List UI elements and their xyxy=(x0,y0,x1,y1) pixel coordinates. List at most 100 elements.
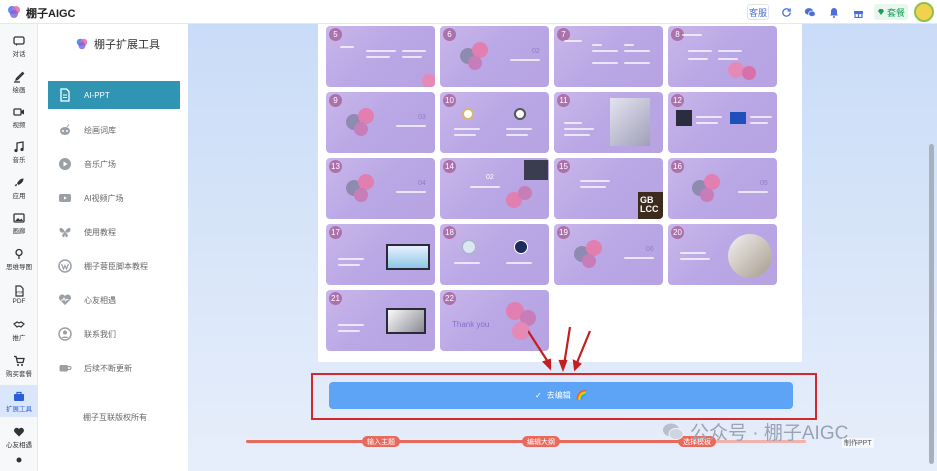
slide-number: 21 xyxy=(329,292,342,305)
rail-item-tools[interactable]: 扩展工具 xyxy=(0,385,38,417)
slide-thumbnail[interactable]: 6 02 xyxy=(440,26,549,87)
slide-number: 15 xyxy=(557,160,570,173)
user-avatar[interactable] xyxy=(914,2,934,22)
slides-panel: 5 6 02 7 8 9 03 10 11 12 13 04 14 02 15 … xyxy=(318,24,802,362)
slide-thumbnail[interactable]: 20 xyxy=(668,224,777,285)
slide-thumbnail[interactable]: 15 GB LCC xyxy=(554,158,663,219)
rail-item-meet[interactable]: 心友相遇 xyxy=(0,421,38,453)
slide-thumbnail[interactable]: 7 xyxy=(554,26,663,87)
left-rail: 对话 绘画 视频 音乐 应用 画廊 思维导图 PDF PDF 推广 购买套餐 扩… xyxy=(0,24,38,471)
user-icon xyxy=(16,457,22,463)
slide-number: 19 xyxy=(557,226,570,239)
slide-thumbnail[interactable]: 18 xyxy=(440,224,549,285)
slide-thumbnail[interactable]: 5 xyxy=(326,26,435,87)
scrollbar[interactable] xyxy=(929,144,934,464)
rail-item-draw[interactable]: 绘画 xyxy=(0,66,38,98)
slide-number: 22 xyxy=(443,292,456,305)
package-button[interactable]: 套餐 xyxy=(874,4,908,20)
slide-section-number: 02 xyxy=(532,48,540,55)
robot-icon xyxy=(60,124,70,135)
coffee-icon xyxy=(59,365,72,372)
slide-number: 14 xyxy=(443,160,456,173)
wechat-icon xyxy=(663,423,684,440)
bell-icon[interactable] xyxy=(826,4,842,20)
slide-thanks-text: Thank you xyxy=(452,320,490,329)
slide-thumbnail[interactable]: 17 xyxy=(326,224,435,285)
rail-label: 视频 xyxy=(12,121,26,129)
slide-number: 11 xyxy=(557,94,570,107)
progress-fill xyxy=(246,440,711,443)
menu-item-contact[interactable]: 联系我们 xyxy=(48,320,180,348)
rail-label: 推广 xyxy=(12,334,26,342)
service-button[interactable]: 客服 xyxy=(747,4,769,20)
rail-item-pdf[interactable]: PDF PDF xyxy=(0,279,38,311)
svg-text:PDF: PDF xyxy=(17,291,23,295)
menu-item-label: 音乐广场 xyxy=(84,159,116,169)
music-icon xyxy=(14,140,24,152)
heart-icon xyxy=(14,427,24,436)
gift-icon[interactable] xyxy=(850,4,866,20)
butterfly-icon xyxy=(59,227,71,238)
slide-thumbnail[interactable]: 12 xyxy=(668,92,777,153)
go-edit-button[interactable]: ✓ 去编辑 🌈 xyxy=(329,382,793,409)
rail-item-video[interactable]: 视频 xyxy=(0,101,38,133)
rail-item-buy[interactable]: 购买套餐 xyxy=(0,350,38,382)
slide-number: 10 xyxy=(443,94,456,107)
slide-number: 9 xyxy=(329,94,342,107)
youtube-icon xyxy=(59,194,71,202)
rail-item-chat[interactable]: 对话 xyxy=(0,30,38,62)
slide-thumbnail[interactable]: 14 02 xyxy=(440,158,549,219)
menu-item-tutorial[interactable]: 使用教程 xyxy=(48,218,180,246)
slide-thumbnail[interactable]: 8 xyxy=(668,26,777,87)
slide-section-number: 03 xyxy=(418,114,426,121)
slide-section-number: 02 xyxy=(486,174,494,181)
user-icon xyxy=(58,327,72,341)
wechat-icon[interactable] xyxy=(802,4,818,20)
slide-thumbnail[interactable]: 19 06 xyxy=(554,224,663,285)
rail-label: 扩展工具 xyxy=(6,405,32,413)
step-pill[interactable]: 编辑大纲 xyxy=(522,436,560,447)
rail-label: 对话 xyxy=(12,50,26,58)
slide-number: 17 xyxy=(329,226,342,239)
rail-item-mindmap[interactable]: 思维导图 xyxy=(0,243,38,275)
main-area: 5 6 02 7 8 9 03 10 11 12 13 04 14 02 15 … xyxy=(188,24,937,471)
slide-thumbnail[interactable]: 9 03 xyxy=(326,92,435,153)
app-logo-icon xyxy=(76,38,88,50)
rail-item-promote[interactable]: 推广 xyxy=(0,314,38,346)
app-logo-icon xyxy=(8,6,20,18)
slide-thumbnail[interactable]: 21 xyxy=(326,290,435,351)
slide-number: 12 xyxy=(671,94,684,107)
rail-label: 绘画 xyxy=(12,86,26,94)
refresh-icon[interactable] xyxy=(778,4,794,20)
rail-label: 画廊 xyxy=(12,227,26,235)
video-icon xyxy=(13,107,24,116)
menu-item-prompt-library[interactable]: 绘画词库 xyxy=(48,116,180,144)
slide-number: 18 xyxy=(443,226,456,239)
export-ppt-label[interactable]: 制作PPT xyxy=(842,438,874,448)
slide-thumbnail[interactable]: 10 xyxy=(440,92,549,153)
slide-thumbnail[interactable]: 16 05 xyxy=(668,158,777,219)
menu-item-music-square[interactable]: 音乐广场 xyxy=(48,150,180,178)
menu-item-meet[interactable]: 心友相遇 xyxy=(48,286,180,314)
menu-item-label: AI-PPT xyxy=(84,90,110,100)
slide-logo-text: GB LCC xyxy=(640,195,659,214)
menu-item-label: 绘画词库 xyxy=(84,125,116,135)
mindmap-icon xyxy=(15,248,23,259)
toolbox-icon xyxy=(14,391,24,401)
rail-item-more[interactable] xyxy=(0,454,38,470)
slide-number: 5 xyxy=(329,28,342,41)
step-pill[interactable]: 输入主题 xyxy=(362,436,400,447)
rocket-icon xyxy=(14,178,24,186)
slide-number: 20 xyxy=(671,226,684,239)
slide-thumbnail[interactable]: 13 04 xyxy=(326,158,435,219)
package-label: 套餐 xyxy=(886,7,905,18)
slide-thumbnail[interactable]: 11 xyxy=(554,92,663,153)
menu-item-video-square[interactable]: AI视频广场 xyxy=(48,184,180,212)
handshake-icon xyxy=(13,320,25,328)
rail-item-music[interactable]: 音乐 xyxy=(0,136,38,168)
rail-item-apps[interactable]: 应用 xyxy=(0,172,38,204)
rail-item-gallery[interactable]: 画廊 xyxy=(0,207,38,239)
menu-item-ai-ppt[interactable]: AI-PPT xyxy=(48,81,180,109)
menu-item-updates[interactable]: 后续不断更新 xyxy=(48,354,180,382)
menu-item-script-tutorial[interactable]: 棚子蓉臣脚本教程 xyxy=(48,252,180,280)
